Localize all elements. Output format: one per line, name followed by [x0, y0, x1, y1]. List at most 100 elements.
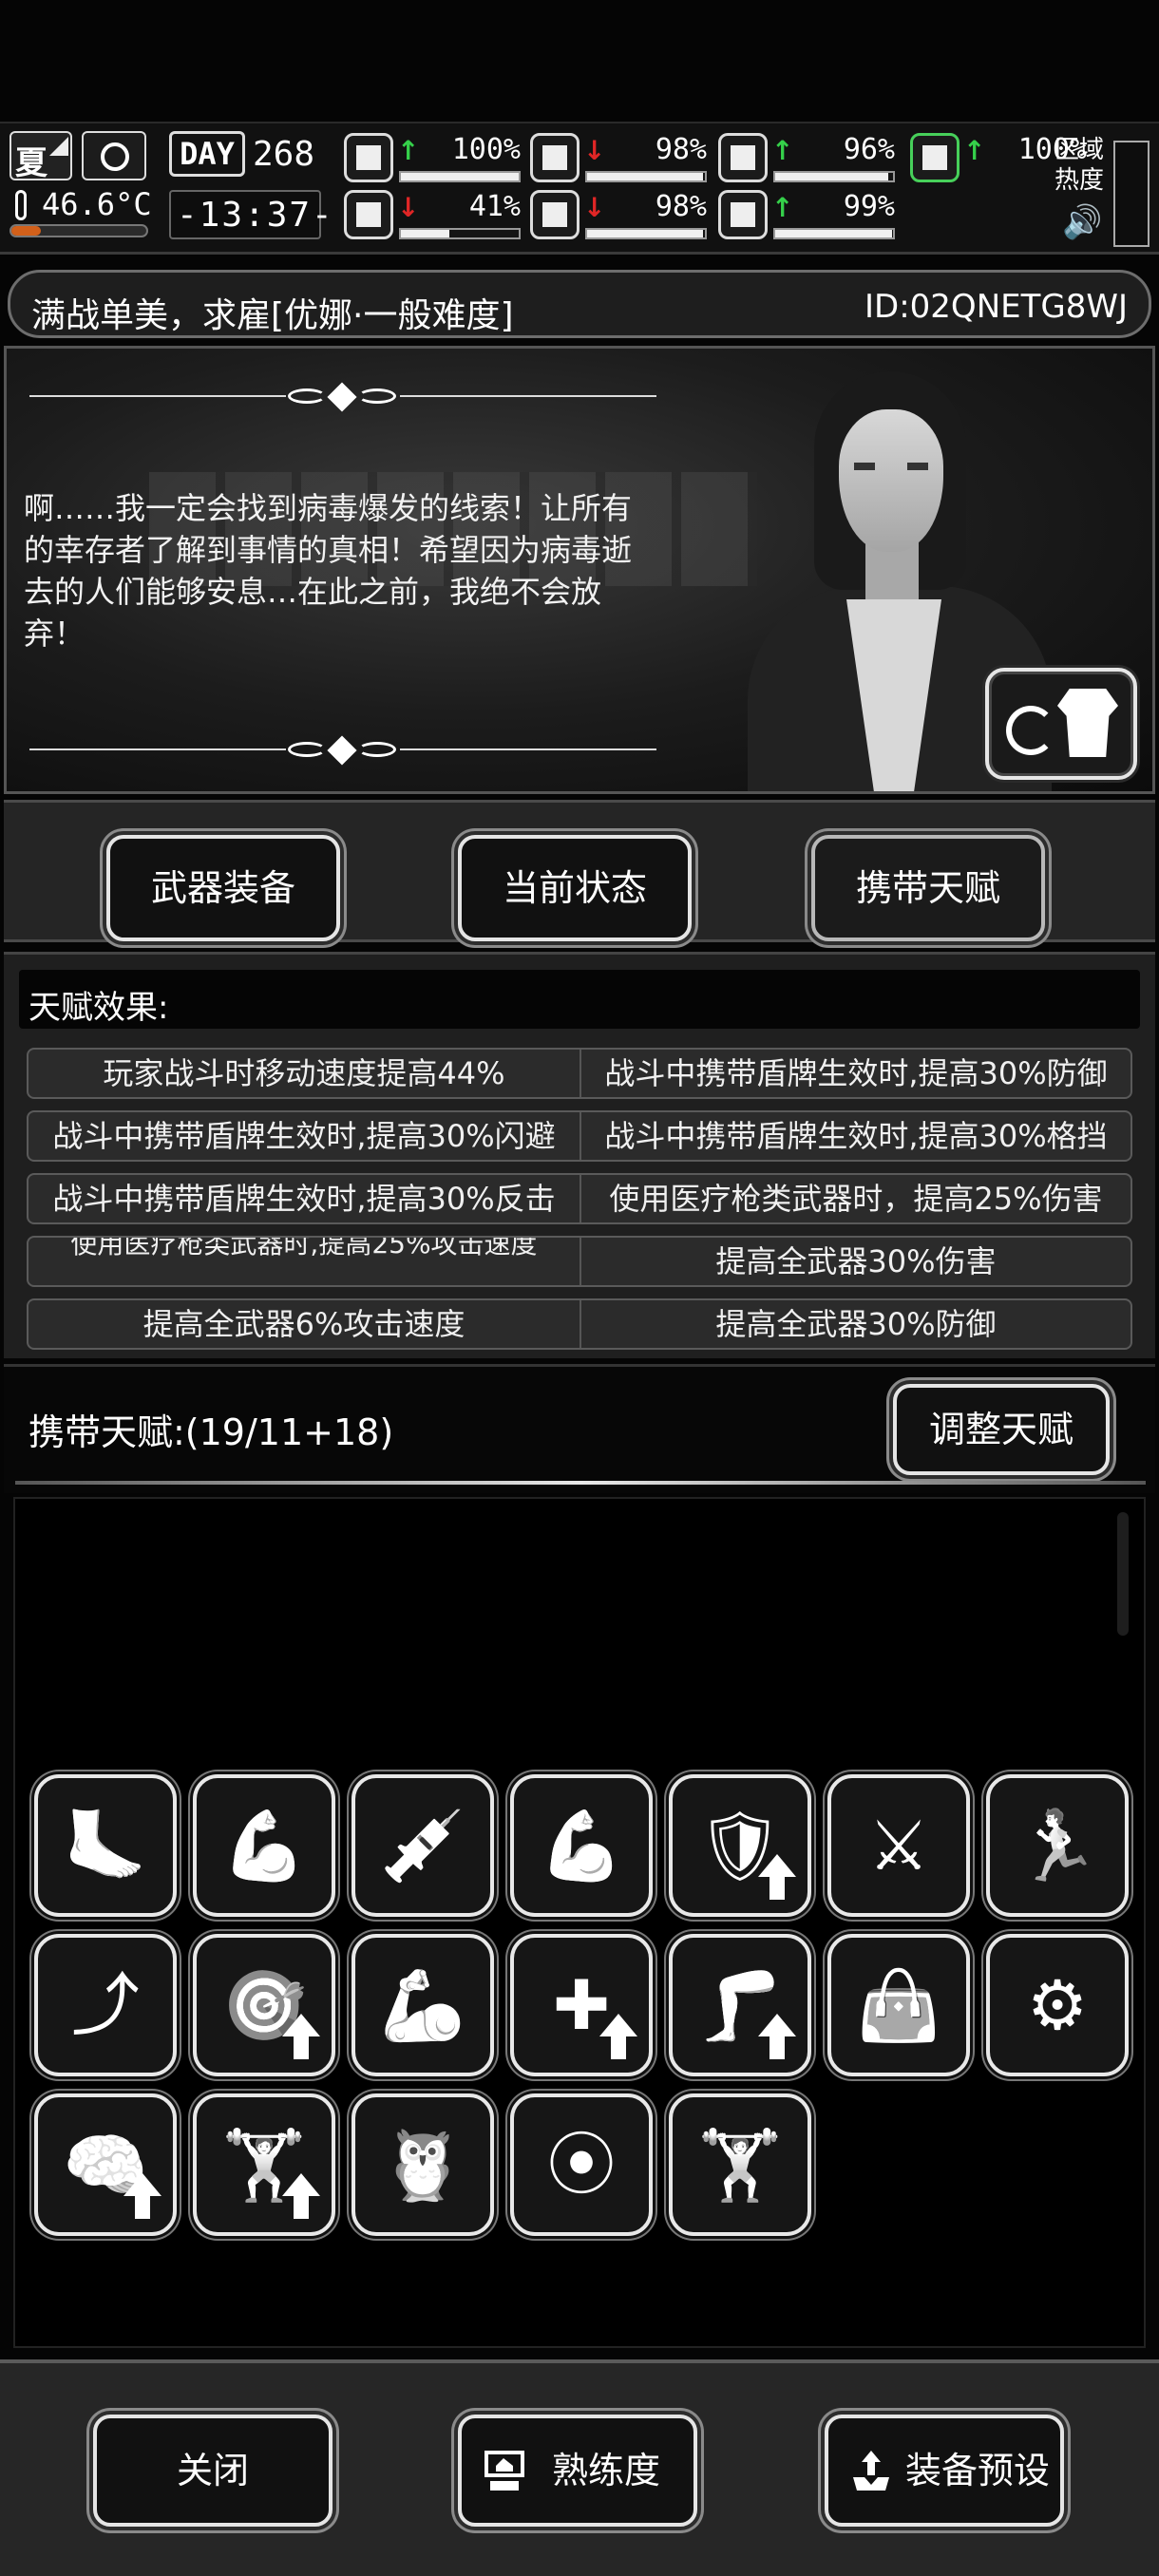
talent-effect-row: 战斗中携带盾牌生效时,提高30%闪避 战斗中携带盾牌生效时,提高30%格挡	[27, 1110, 1132, 1162]
talent-slot[interactable]: ⚙	[986, 1934, 1129, 2076]
trend-down-icon: ↓	[583, 135, 606, 166]
change-outfit-button[interactable]	[985, 668, 1137, 780]
talent-slot[interactable]: 💉	[352, 1774, 494, 1917]
talent-effect-text: 提高全武器6%攻击速度	[142, 1306, 466, 1342]
stat-stomach: ↓ 98%	[530, 133, 707, 186]
talent-slot[interactable]: 🏋	[193, 2093, 335, 2236]
trend-up-icon: ↑	[771, 135, 794, 166]
talent-effect-text: 使用医疗枪类武器时，提高25%伤害	[580, 1175, 1130, 1222]
close-label: 关闭	[176, 2450, 249, 2491]
trend-down-icon: ↓	[397, 192, 420, 223]
temperature-display: 46.6°C	[10, 186, 152, 243]
stat-bar	[585, 228, 707, 239]
shield-arm-icon: 💪	[221, 1806, 307, 1885]
talent-effects-header: 天赋效果:	[19, 970, 1140, 1029]
tab-weapons[interactable]: 武器装备	[106, 835, 340, 941]
talent-slot[interactable]: 🦉	[352, 2093, 494, 2236]
talent-slot[interactable]: ⚔	[827, 1774, 970, 1917]
talent-effect-text: 战斗中携带盾牌生效时,提高30%反击	[52, 1181, 556, 1217]
carried-talents-count: 携带天赋:(19/11+18)	[28, 1411, 394, 1453]
stat-value: 41%	[468, 190, 521, 223]
flex-arm-icon: 💪	[539, 1806, 624, 1885]
talent-effect-text: 提高全武器30%伤害	[580, 1238, 1130, 1285]
trend-down-icon: ↓	[583, 192, 606, 223]
stomach-icon	[530, 133, 580, 182]
day-number: 268	[253, 135, 315, 174]
loadout-preset-button[interactable]: 装备预设	[825, 2415, 1064, 2527]
day-label: DAY	[169, 131, 245, 177]
talent-effects-title: 天赋效果:	[28, 989, 169, 1027]
weather-sun-icon	[82, 131, 146, 180]
loadout-preset-icon	[853, 2451, 889, 2491]
talent-slot[interactable]: 🏃	[986, 1774, 1129, 1917]
talent-icon-grid[interactable]: 🦶 💪 💉 💪 🛡 ⚔ 🏃 ⤴ 🎯 🦾 ✚ 🦵 👜 ⚙ 🧠 🏋 🦉 ⦿ 🏋	[13, 1497, 1146, 2348]
talent-slot[interactable]: 💪	[193, 1774, 335, 1917]
stat-bar	[773, 171, 895, 182]
season-arrow-icon	[49, 137, 68, 156]
shirt-icon	[1057, 689, 1118, 757]
talent-slot[interactable]: ⦿	[510, 2093, 653, 2236]
talent-effect-text: 战斗中携带盾牌生效时,提高30%闪避	[52, 1118, 556, 1154]
adjust-talents-button[interactable]: 调整天赋	[893, 1384, 1110, 1475]
dumbbell-icon: 🏋	[697, 2125, 783, 2205]
talent-slot[interactable]: 🏋	[669, 2093, 811, 2236]
proficiency-icon	[484, 2451, 524, 2491]
talent-effect-text: 玩家战斗时移动速度提高44%	[103, 1055, 505, 1091]
footer-bar: 关闭 熟练度 装备预设	[0, 2359, 1159, 2576]
season-label: 夏	[15, 144, 48, 182]
character-name: 满战单美，求雇[优娜·一般难度]	[31, 296, 514, 335]
talent-slot[interactable]: 🧠	[34, 2093, 177, 2236]
stat-value: 98%	[655, 133, 707, 166]
status-hud: 夏 46.6°C DAY 268 -13:37- ↑ 100% ↓ 98% ↑ 96% ↓ 4…	[0, 122, 1159, 255]
talent-slot[interactable]: 🦾	[352, 1934, 494, 2076]
tab-status[interactable]: 当前状态	[458, 835, 692, 941]
talent-slot[interactable]: 💪	[510, 1774, 653, 1917]
trend-up-icon: ↑	[963, 135, 986, 166]
talent-slot[interactable]: 🦵	[669, 1934, 811, 2076]
stat-value: 100%	[451, 133, 521, 166]
talent-slot[interactable]: 🛡	[669, 1774, 811, 1917]
scrollbar[interactable]	[1117, 1512, 1129, 1636]
region-heat-meter	[1113, 141, 1150, 247]
claw-arm-icon: 🦾	[380, 1965, 466, 2045]
proficiency-label: 熟练度	[551, 2450, 660, 2491]
stat-bar	[585, 171, 707, 182]
stat-heart: ↑ 99%	[718, 190, 895, 243]
proficiency-button[interactable]: 熟练度	[458, 2415, 697, 2527]
crossed-blades-icon: ⚔	[867, 1806, 930, 1885]
trend-up-icon: ↑	[771, 192, 794, 223]
speaker-icon[interactable]: 🔊	[1062, 203, 1102, 241]
boot-icon	[910, 133, 960, 182]
talent-effects-panel: 天赋效果: 玩家战斗时移动速度提高44% 战斗中携带盾牌生效时,提高30%防御 战斗…	[4, 952, 1155, 1358]
stat-armor: ↑ 96%	[718, 133, 895, 186]
trend-up-icon: ↑	[397, 135, 420, 166]
water-drop-icon	[530, 190, 580, 239]
clock-time: -13:37-	[177, 196, 334, 235]
stat-bar	[773, 228, 895, 239]
talent-slot[interactable]: ⤴	[34, 1934, 177, 2076]
talent-effect-text: 使用医疗枪类武器时,提高25%攻击速度	[70, 1236, 538, 1260]
character-portrait-panel: 啊……我一定会找到病毒爆发的线索！让所有的幸存者了解到事情的真相！希望因为病毒逝…	[4, 346, 1155, 794]
talent-slot[interactable]: 🎯	[193, 1934, 335, 2076]
stat-value: 98%	[655, 190, 707, 223]
talent-effect-row: 提高全武器6%攻击速度 提高全武器30%防御	[27, 1298, 1132, 1350]
road-icon: ⤴	[70, 1965, 140, 2045]
divider-ornament-top	[29, 382, 656, 412]
refresh-icon	[1006, 706, 1055, 755]
close-button[interactable]: 关闭	[93, 2415, 332, 2527]
talent-slot[interactable]: 🦶	[34, 1774, 177, 1917]
loadout-preset-label: 装备预设	[904, 2450, 1050, 2491]
speed-boots-icon: 🦶	[63, 1806, 148, 1885]
talent-effect-text: 战斗中携带盾牌生效时,提高30%格挡	[580, 1112, 1130, 1160]
game-clock: -13:37-	[169, 190, 332, 239]
stat-bar	[399, 171, 521, 182]
talent-slot[interactable]: ✚	[510, 1934, 653, 2076]
season-indicator: 夏	[10, 131, 72, 182]
panel-tabs: 武器装备 当前状态 携带天赋	[4, 800, 1155, 942]
carried-talents-bar: 携带天赋:(19/11+18) 调整天赋	[4, 1364, 1155, 1493]
armor-icon	[718, 133, 768, 182]
tab-talents[interactable]: 携带天赋	[811, 835, 1045, 941]
talent-slot[interactable]: 👜	[827, 1934, 970, 2076]
region-heat[interactable]: 区域热度 🔊	[1053, 135, 1151, 249]
dodge-icon: ⦿	[546, 2125, 616, 2205]
